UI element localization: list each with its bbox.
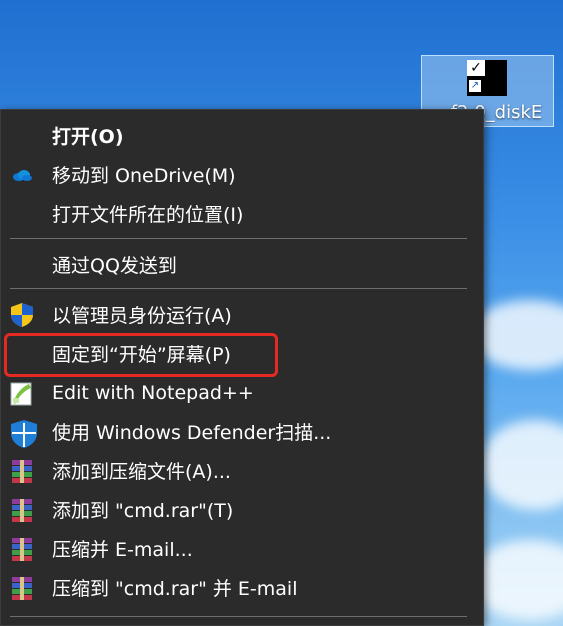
menu-item-label: 压缩并 E-mail... bbox=[52, 539, 193, 561]
winrar-icon bbox=[9, 458, 35, 484]
menu-item-add-to-cmd-rar[interactable]: 添加到 "cmd.rar"(T) bbox=[1, 490, 483, 529]
menu-item-label: 添加到压缩文件(A)... bbox=[52, 461, 231, 483]
highlight-annotation-box bbox=[4, 333, 278, 377]
menu-separator bbox=[10, 238, 467, 239]
winrar-icon bbox=[9, 536, 35, 562]
menu-item-compress-to-cmd-rar-and-email[interactable]: 压缩到 "cmd.rar" 并 E-mail bbox=[1, 568, 483, 607]
menu-item-label: 打开(O) bbox=[52, 126, 124, 148]
menu-item-defender-scan[interactable]: 使用 Windows Defender扫描... bbox=[1, 412, 483, 451]
menu-item-label: 打开文件所在的位置(I) bbox=[52, 204, 244, 226]
menu-item-label: 压缩到 "cmd.rar" 并 E-mail bbox=[52, 578, 298, 600]
winrar-icon bbox=[9, 575, 35, 601]
menu-item-label: 添加到 "cmd.rar"(T) bbox=[52, 500, 234, 522]
shortcut-arrow-icon: ↗ bbox=[469, 80, 481, 92]
menu-separator bbox=[10, 288, 467, 289]
uac-shield-icon bbox=[9, 302, 35, 328]
menu-item-label: 移动到 OneDrive(M) bbox=[52, 165, 236, 187]
menu-item-add-to-archive[interactable]: 添加到压缩文件(A)... bbox=[1, 451, 483, 490]
notepad-plus-plus-icon bbox=[9, 380, 35, 406]
menu-item-label: Edit with Notepad++ bbox=[52, 381, 254, 404]
menu-item-label: 以管理员身份运行(A) bbox=[52, 305, 232, 327]
menu-item-open-file-location[interactable]: 打开文件所在的位置(I) bbox=[1, 194, 483, 233]
menu-item-edit-with-notepadpp[interactable]: Edit with Notepad++ bbox=[1, 373, 483, 412]
menu-item-send-via-qq[interactable]: 通过QQ发送到 bbox=[1, 245, 483, 284]
menu-item-run-as-admin[interactable]: 以管理员身份运行(A) bbox=[1, 295, 483, 334]
menu-item-move-to-onedrive[interactable]: 移动到 OneDrive(M) bbox=[1, 155, 483, 194]
onedrive-cloud-icon bbox=[9, 162, 35, 188]
menu-item-label: 通过QQ发送到 bbox=[52, 255, 177, 277]
winrar-icon bbox=[9, 497, 35, 523]
checkbox-icon: ✓ bbox=[467, 60, 485, 76]
menu-item-compress-and-email[interactable]: 压缩并 E-mail... bbox=[1, 529, 483, 568]
menu-item-open[interactable]: 打开(O) bbox=[1, 116, 483, 155]
menu-item-label: 使用 Windows Defender扫描... bbox=[52, 422, 332, 444]
windows-defender-icon bbox=[9, 419, 37, 448]
cloud-decoration bbox=[480, 420, 563, 510]
menu-separator bbox=[10, 616, 467, 617]
